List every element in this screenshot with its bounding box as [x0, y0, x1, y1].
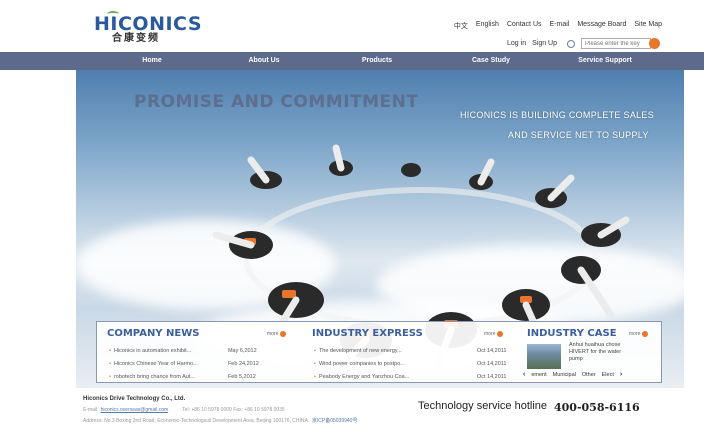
company-name: Hiconics Drive Technology Co., Ltd. — [83, 396, 186, 402]
industry-case-more[interactable]: more — [629, 331, 649, 337]
search-input[interactable] — [581, 38, 651, 49]
industry-express-section: INDUSTRY EXPRESS more • The development o… — [302, 322, 512, 384]
list-item[interactable]: • Peabody Energy and Yanzhou Coa... Oct 14… — [314, 371, 507, 384]
account-row: Log in Sign Up — [507, 38, 660, 49]
contact-line: E-mail: hiconics.overseas@gmail.com Tel: +… — [83, 407, 285, 413]
list-item[interactable]: • Hiconics in automation exhibit... May 6,… — [109, 345, 259, 358]
more-arrow-icon — [497, 331, 504, 337]
chevron-left-icon[interactable]: ‹ — [523, 371, 525, 378]
case-description[interactable]: Anhui huaihua chose HIVERT for the water… — [569, 342, 631, 363]
list-item[interactable]: • Wind power companies to postpo... Oct 14… — [314, 358, 507, 371]
footer: Hiconics Drive Technology Co., Ltd. E-ma… — [0, 388, 704, 430]
link-chinese[interactable]: 中文 — [454, 21, 468, 31]
list-item[interactable]: • Hiconics Chinese Year of Harmo... Feb 24… — [109, 358, 259, 371]
top-links: 中文 English Contact Us E-mail Message Boa… — [454, 21, 662, 31]
industry-express-more[interactable]: more — [484, 331, 504, 337]
link-site-map[interactable]: Site Map — [634, 21, 662, 31]
industry-express-list: • The development of new energy... Oct 14,… — [314, 345, 507, 384]
logo[interactable]: HICONICS 合康变频 — [94, 11, 203, 45]
address-line: Address: No.3 Boxing 2nd Road, Economic-… — [83, 418, 358, 424]
case-tab[interactable]: Elect — [602, 372, 614, 378]
company-news-title: COMPANY NEWS — [107, 328, 200, 339]
case-category-tabs: ‹ ement Municipal Other Elect › — [523, 371, 622, 378]
company-news-list: • Hiconics in automation exhibit... May 6,… — [109, 345, 259, 384]
signup-link[interactable]: Sign Up — [532, 40, 557, 47]
nav-about-us[interactable]: About Us — [242, 52, 286, 70]
hotline-label: Technology service hotline — [418, 400, 548, 412]
case-thumbnail[interactable] — [527, 344, 561, 369]
nav-case-study[interactable]: Case Study — [466, 52, 516, 70]
logo-wordmark: HICONICS — [94, 11, 203, 35]
banner-title: PROMISE AND COMMITMENT — [134, 92, 419, 112]
nav-service-support[interactable]: Service Support — [572, 52, 638, 70]
list-item[interactable]: • robotech bring chance from Aut... Feb 5,… — [109, 371, 259, 384]
main-nav: Home About Us Products Case Study Servic… — [0, 52, 704, 70]
industry-case-section: INDUSTRY CASE more Anhui huaihua chose H… — [517, 322, 663, 384]
more-arrow-icon — [642, 331, 649, 337]
company-news-more[interactable]: more — [267, 331, 287, 337]
email-link[interactable]: hiconics.overseas@gmail.com — [101, 407, 169, 413]
header: HICONICS 合康变频 中文 English Contact Us E-ma… — [0, 0, 704, 52]
more-arrow-icon — [280, 331, 287, 337]
search-icon — [567, 39, 575, 48]
link-message-board[interactable]: Message Board — [577, 21, 626, 31]
hotline-number: 400-058-6116 — [554, 401, 640, 414]
icp-link[interactable]: 京ICP备05039940号 — [312, 418, 358, 424]
case-tab[interactable]: ement — [531, 372, 546, 378]
case-tab[interactable]: Other — [582, 372, 596, 378]
link-email[interactable]: E-mail — [550, 21, 570, 31]
login-link[interactable]: Log in — [507, 40, 526, 47]
news-panel: COMPANY NEWS more • Hiconics in automatio… — [96, 321, 662, 383]
search-go-button[interactable] — [649, 38, 660, 49]
banner-subtitle-line2: AND SERVICE NET TO SUPPLY — [508, 130, 649, 140]
industry-express-title: INDUSTRY EXPRESS — [312, 328, 423, 339]
nav-home[interactable]: Home — [138, 52, 166, 70]
nav-products[interactable]: Products — [357, 52, 397, 70]
company-news-section: COMPANY NEWS more • Hiconics in automatio… — [97, 322, 297, 384]
list-item[interactable]: • The development of new energy... Oct 14,… — [314, 345, 507, 358]
link-english[interactable]: English — [476, 21, 499, 31]
chevron-right-icon[interactable]: › — [620, 371, 622, 378]
banner-subtitle-line1: HICONICS IS BUILDING COMPLETE SALES — [460, 110, 655, 120]
case-tab[interactable]: Municipal — [553, 372, 576, 378]
link-contact-us[interactable]: Contact Us — [507, 21, 542, 31]
industry-case-title: INDUSTRY CASE — [527, 328, 617, 339]
